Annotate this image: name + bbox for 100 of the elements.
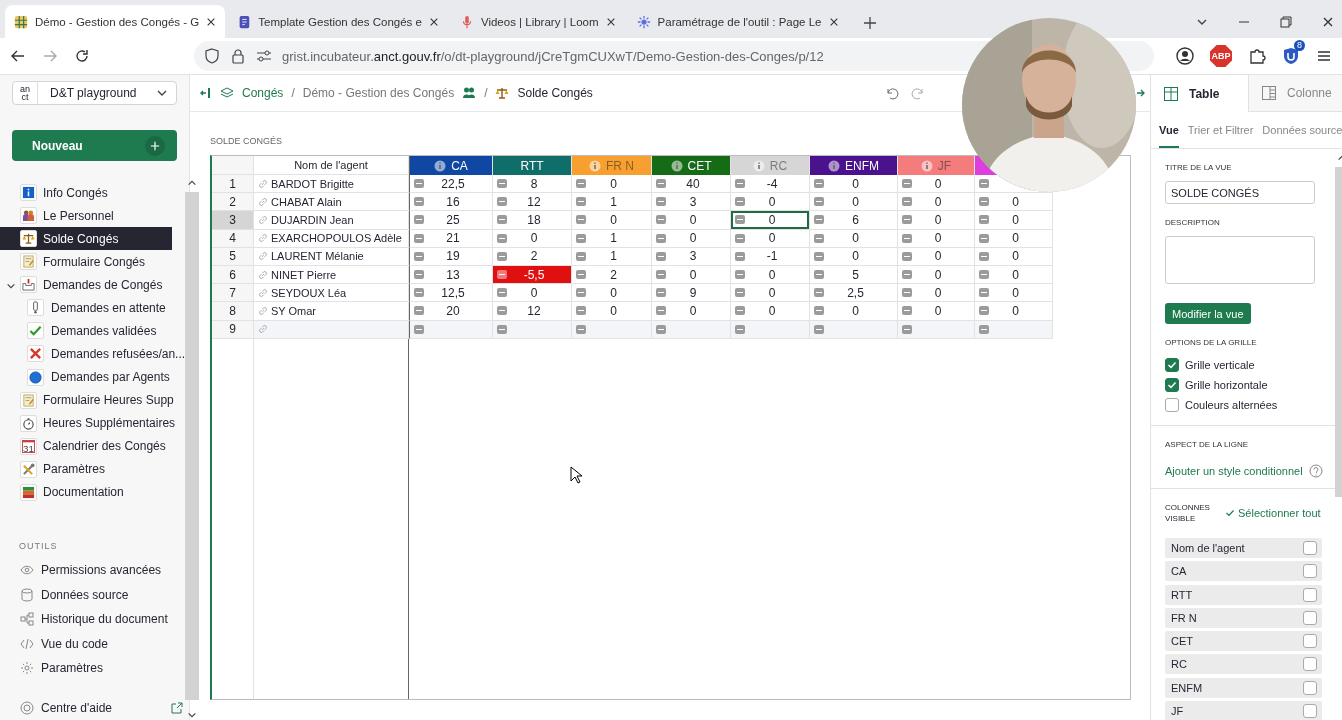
undo-icon[interactable] bbox=[885, 86, 899, 100]
column-item[interactable]: ENFM bbox=[1165, 677, 1322, 698]
shield-extension-icon[interactable] bbox=[1282, 47, 1300, 65]
checkbox[interactable] bbox=[1165, 358, 1179, 372]
sidebar-item[interactable]: Heures Supplémentaires bbox=[0, 411, 186, 435]
restore-icon[interactable] bbox=[1280, 16, 1292, 28]
row-number[interactable]: 3 bbox=[212, 211, 254, 230]
sidebar-item[interactable]: Formulaire Congés bbox=[0, 250, 186, 274]
layers-icon bbox=[220, 86, 234, 100]
checkbox[interactable] bbox=[1302, 634, 1317, 649]
new-tab-icon[interactable] bbox=[862, 16, 877, 30]
browser-tab[interactable]: Démo - Gestion des Congés - G bbox=[5, 5, 226, 38]
edit-view-button[interactable]: Modifier la vue bbox=[1165, 303, 1251, 324]
sidebar-item[interactable]: Vue du code bbox=[0, 631, 186, 656]
breadcrumb-link[interactable]: Congés bbox=[242, 86, 284, 100]
sidebar-item[interactable]: Données source bbox=[0, 582, 186, 607]
checkbox[interactable] bbox=[1302, 657, 1317, 672]
checkbox[interactable] bbox=[1302, 587, 1317, 602]
sidebar-item[interactable]: Documentation bbox=[0, 480, 186, 504]
column-item[interactable]: JF bbox=[1165, 701, 1322, 720]
cell-value: 0 bbox=[688, 231, 698, 246]
column-item[interactable]: FR N bbox=[1165, 607, 1322, 628]
subtab[interactable]: Vue bbox=[1159, 112, 1179, 148]
sidebar-item[interactable]: Demandes validées bbox=[0, 319, 186, 343]
column-header[interactable]: RTT bbox=[493, 156, 572, 175]
browser-tab[interactable]: Videos | Library | Loom bbox=[450, 5, 625, 38]
column-label: JF bbox=[937, 158, 952, 173]
sidebar-item[interactable]: Paramètres bbox=[0, 656, 186, 681]
new-button[interactable]: Nouveau bbox=[12, 130, 177, 161]
profile-icon[interactable] bbox=[1176, 47, 1194, 65]
column-header[interactable]: CA bbox=[409, 156, 493, 175]
help-icon[interactable] bbox=[1308, 464, 1323, 478]
sidebar-item[interactable]: 31 Calendrier des Congés bbox=[0, 434, 186, 458]
sidebar-item[interactable]: Solde Congés bbox=[0, 227, 173, 251]
close-icon[interactable] bbox=[206, 16, 217, 27]
row-number[interactable]: 8 bbox=[212, 302, 254, 321]
column-item[interactable]: Nom de l'agent bbox=[1165, 538, 1322, 558]
adblock-icon[interactable]: ABP bbox=[1210, 45, 1232, 67]
sidebar-item[interactable]: Demandes par Agents bbox=[0, 365, 186, 389]
breadcrumb-current: Solde Congés bbox=[517, 86, 593, 100]
sidebar-item[interactable]: Demandes de Congés bbox=[0, 273, 186, 297]
cell-value: 40 bbox=[685, 176, 701, 191]
row-number[interactable]: 1 bbox=[212, 175, 254, 194]
title-field[interactable]: SOLDE CONGÉS bbox=[1165, 181, 1315, 204]
add-style-link[interactable]: Ajouter un style conditionnel bbox=[1165, 465, 1303, 477]
collapse-panel-icon[interactable] bbox=[200, 87, 212, 99]
org-selector[interactable]: an ct D&T playground bbox=[12, 81, 177, 105]
column-header[interactable]: Nom de l'agent bbox=[254, 156, 409, 175]
subtab[interactable]: Trier et Filtrer bbox=[1187, 112, 1254, 148]
sidebar-item[interactable]: Demandes refusées/an... bbox=[0, 342, 186, 366]
description-field[interactable] bbox=[1165, 236, 1315, 284]
sidebar-item[interactable]: Formulaire Heures Supp bbox=[0, 388, 186, 412]
menu-icon[interactable] bbox=[1316, 48, 1332, 64]
column-item[interactable]: CA bbox=[1165, 561, 1322, 582]
scroll-down-icon[interactable] bbox=[187, 710, 198, 720]
browser-tab[interactable]: Paramétrage de l'outil : Page Le bbox=[627, 5, 848, 38]
subtab[interactable]: Données source bbox=[1262, 112, 1342, 148]
select-all-link[interactable]: Sélectionner tout bbox=[1225, 507, 1321, 519]
row-number[interactable]: 2 bbox=[212, 193, 254, 212]
scrollbar[interactable] bbox=[185, 178, 200, 720]
checkbox[interactable] bbox=[1165, 378, 1179, 392]
column-item[interactable]: CET bbox=[1165, 631, 1322, 652]
close-icon[interactable] bbox=[828, 16, 839, 27]
sidebar-item[interactable]: Historique du document bbox=[0, 606, 186, 632]
circle-icon bbox=[27, 368, 44, 386]
lock-icon[interactable] bbox=[230, 48, 246, 64]
reload-icon[interactable] bbox=[74, 48, 90, 64]
sliders-icon[interactable] bbox=[256, 48, 272, 64]
checkbox[interactable] bbox=[1302, 541, 1317, 555]
close-icon[interactable] bbox=[428, 16, 439, 27]
close-icon[interactable] bbox=[605, 16, 616, 27]
sidebar-item[interactable]: Paramètres bbox=[0, 457, 186, 481]
shield-icon[interactable] bbox=[204, 48, 220, 64]
close-icon[interactable] bbox=[1322, 16, 1334, 28]
checkbox[interactable] bbox=[1302, 680, 1317, 695]
checkbox[interactable] bbox=[1302, 704, 1317, 719]
scroll-up-icon[interactable] bbox=[187, 178, 198, 188]
column-item[interactable]: RTT bbox=[1165, 584, 1322, 605]
checkbox[interactable] bbox=[1302, 610, 1317, 625]
count-badge: 8 bbox=[1294, 40, 1305, 51]
column-label: ENFM bbox=[845, 158, 879, 173]
sidebar-item[interactable]: Permissions avancées bbox=[0, 557, 186, 583]
help-link[interactable]: Centre d'aide bbox=[0, 695, 186, 720]
breadcrumb-link[interactable]: Démo - Gestion des Congés bbox=[302, 86, 455, 100]
checkbox[interactable] bbox=[1165, 398, 1179, 412]
back-icon[interactable] bbox=[10, 48, 26, 64]
agent-name: SEYDOUX Léa bbox=[271, 286, 347, 299]
row-number[interactable]: 7 bbox=[212, 284, 254, 303]
column-item[interactable]: RC bbox=[1165, 654, 1322, 675]
checkbox[interactable] bbox=[1302, 564, 1317, 579]
browser-tab[interactable]: Template Gestion des Congés e bbox=[228, 5, 448, 38]
column-header[interactable]: ENFM bbox=[810, 156, 898, 175]
column-label: RC bbox=[769, 158, 788, 173]
sidebar-item[interactable]: Demandes en attente bbox=[0, 296, 186, 320]
sidebar-item[interactable]: Le Personnel bbox=[0, 204, 186, 228]
extensions-icon[interactable] bbox=[1248, 47, 1266, 65]
sidebar-item[interactable]: Info Congés bbox=[0, 181, 186, 205]
checkbox-label: Grille horizontale bbox=[1185, 379, 1268, 391]
column-header[interactable]: CET bbox=[652, 156, 731, 175]
panel-toggle-icon[interactable] bbox=[1136, 88, 1146, 98]
